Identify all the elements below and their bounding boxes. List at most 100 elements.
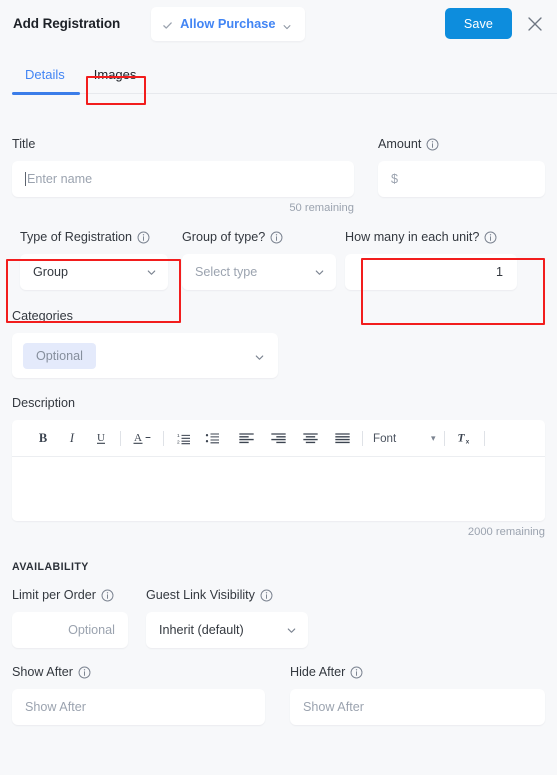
svg-text:I: I [68, 431, 74, 445]
dialog-header: Add Registration Allow Purchase Save [0, 0, 557, 47]
check-icon [162, 18, 173, 29]
guest-link-visibility-label: Guest Link Visibility [146, 588, 308, 603]
how-many-each-unit-label: How many in each unit? [345, 230, 517, 245]
font-dropdown-label: Font [373, 431, 397, 445]
description-remaining-counter: 2000 remaining [467, 526, 545, 538]
bulleted-list-icon[interactable] [201, 427, 224, 450]
type-of-registration-group: Type of Registration Group [12, 230, 168, 290]
how-many-each-unit-group: How many in each unit? 1 [345, 230, 517, 290]
amount-label-text: Amount [378, 137, 422, 151]
hide-after-label: Hide After [290, 665, 545, 680]
editor-toolbar: B I U A 1 2 Font ▾ T x [12, 420, 545, 457]
availability-row: Limit per Order Optional Guest Link Visi… [12, 573, 545, 648]
categories-group: Categories Optional [12, 290, 278, 378]
svg-text:A: A [134, 432, 142, 444]
hide-after-group: Hide After Show After [290, 665, 545, 725]
font-dropdown[interactable]: Font ▾ [373, 432, 436, 445]
description-label: Description [12, 396, 545, 411]
ordered-list-icon[interactable]: 1 2 [172, 427, 195, 450]
form-body: Title Enter name 50 remaining Amount $ T… [0, 116, 557, 725]
type-of-registration-label-text: Type of Registration [20, 230, 133, 244]
svg-text:1: 1 [177, 433, 180, 439]
show-after-label: Show After [12, 665, 265, 680]
group-of-type-label-text: Group of type? [182, 230, 266, 244]
limit-per-order-input[interactable]: Optional [12, 612, 128, 648]
toolbar-divider [163, 430, 164, 446]
show-hide-after-row: Show After Show After Hide After Show Af… [12, 648, 545, 725]
svg-text:2: 2 [177, 440, 180, 445]
underline-icon[interactable]: U [89, 427, 112, 450]
info-icon[interactable] [78, 666, 91, 679]
italic-icon[interactable]: I [60, 427, 83, 450]
title-placeholder: Enter name [27, 172, 93, 186]
show-after-input[interactable]: Show After [12, 689, 265, 725]
amount-label: Amount [378, 137, 545, 152]
svg-text:U: U [97, 432, 105, 444]
info-icon[interactable] [426, 138, 439, 151]
toolbar-divider [120, 430, 121, 446]
show-after-label-text: Show After [12, 665, 73, 679]
guest-link-visibility-select[interactable]: Inherit (default) [146, 612, 308, 648]
availability-section-title: AVAILABILITY [12, 561, 89, 573]
chevron-down-icon [254, 350, 265, 361]
description-group: Description B I U A 1 2 Font ▾ T x 2000 … [12, 378, 545, 538]
clear-formatting-icon[interactable]: T x [453, 427, 476, 450]
allow-purchase-dropdown[interactable]: Allow Purchase [151, 6, 306, 41]
limit-per-order-label-text: Limit per Order [12, 588, 96, 602]
group-of-type-select[interactable]: Select type [182, 254, 336, 290]
limit-per-order-placeholder: Optional [68, 623, 115, 637]
svg-text:x: x [466, 438, 470, 445]
guest-link-visibility-value: Inherit (default) [159, 623, 244, 637]
info-icon[interactable] [137, 231, 150, 244]
description-label-text: Description [12, 396, 75, 410]
save-button[interactable]: Save [444, 8, 512, 39]
tab-images[interactable]: Images [79, 66, 151, 84]
justify-icon[interactable] [331, 427, 354, 450]
show-after-placeholder: Show After [25, 700, 86, 714]
text-color-icon[interactable]: A [129, 427, 155, 450]
align-right-icon[interactable] [267, 427, 290, 450]
close-icon[interactable] [525, 14, 545, 34]
categories-label: Categories [12, 309, 278, 324]
amount-field-group: Amount $ [378, 137, 545, 214]
amount-placeholder: $ [391, 172, 399, 186]
hide-after-input[interactable]: Show After [290, 689, 545, 725]
align-center-icon[interactable] [299, 427, 322, 450]
info-icon[interactable] [260, 589, 273, 602]
tab-details[interactable]: Details [12, 66, 79, 84]
title-field-group: Title Enter name 50 remaining [12, 137, 354, 214]
how-many-each-unit-input[interactable]: 1 [345, 254, 517, 290]
amount-input[interactable]: $ [378, 161, 545, 197]
description-textarea[interactable] [12, 457, 545, 521]
title-remaining-counter: 50 remaining [289, 202, 354, 214]
active-tab-indicator [12, 92, 80, 95]
info-icon[interactable] [484, 231, 497, 244]
show-after-group: Show After Show After [12, 665, 265, 725]
title-amount-row: Title Enter name 50 remaining Amount $ [12, 116, 545, 214]
guest-link-visibility-label-text: Guest Link Visibility [146, 588, 255, 602]
toolbar-divider [443, 430, 445, 446]
toolbar-divider [362, 430, 363, 446]
title-label: Title [12, 137, 354, 152]
info-icon[interactable] [101, 589, 114, 602]
chevron-down-icon: ▾ [431, 432, 436, 443]
registration-type-row: Type of Registration Group Group of type… [12, 214, 545, 290]
bold-icon[interactable]: B [31, 427, 54, 450]
tab-divider [12, 93, 557, 94]
text-cursor [25, 172, 26, 186]
title-input[interactable]: Enter name [12, 161, 354, 197]
categories-select[interactable]: Optional [12, 333, 278, 378]
how-many-each-unit-value: 1 [495, 265, 503, 279]
chevron-down-icon [282, 19, 292, 29]
chevron-down-icon [146, 267, 157, 278]
allow-purchase-label: Allow Purchase [180, 16, 276, 31]
info-icon[interactable] [270, 231, 283, 244]
type-of-registration-select[interactable]: Group [20, 254, 168, 290]
chevron-down-icon [286, 625, 297, 636]
align-left-icon[interactable] [235, 427, 258, 450]
hide-after-placeholder: Show After [303, 700, 364, 714]
categories-placeholder-chip: Optional [23, 342, 96, 369]
toolbar-divider [483, 430, 485, 446]
info-icon[interactable] [350, 666, 363, 679]
guest-link-visibility-group: Guest Link Visibility Inherit (default) [146, 588, 308, 648]
